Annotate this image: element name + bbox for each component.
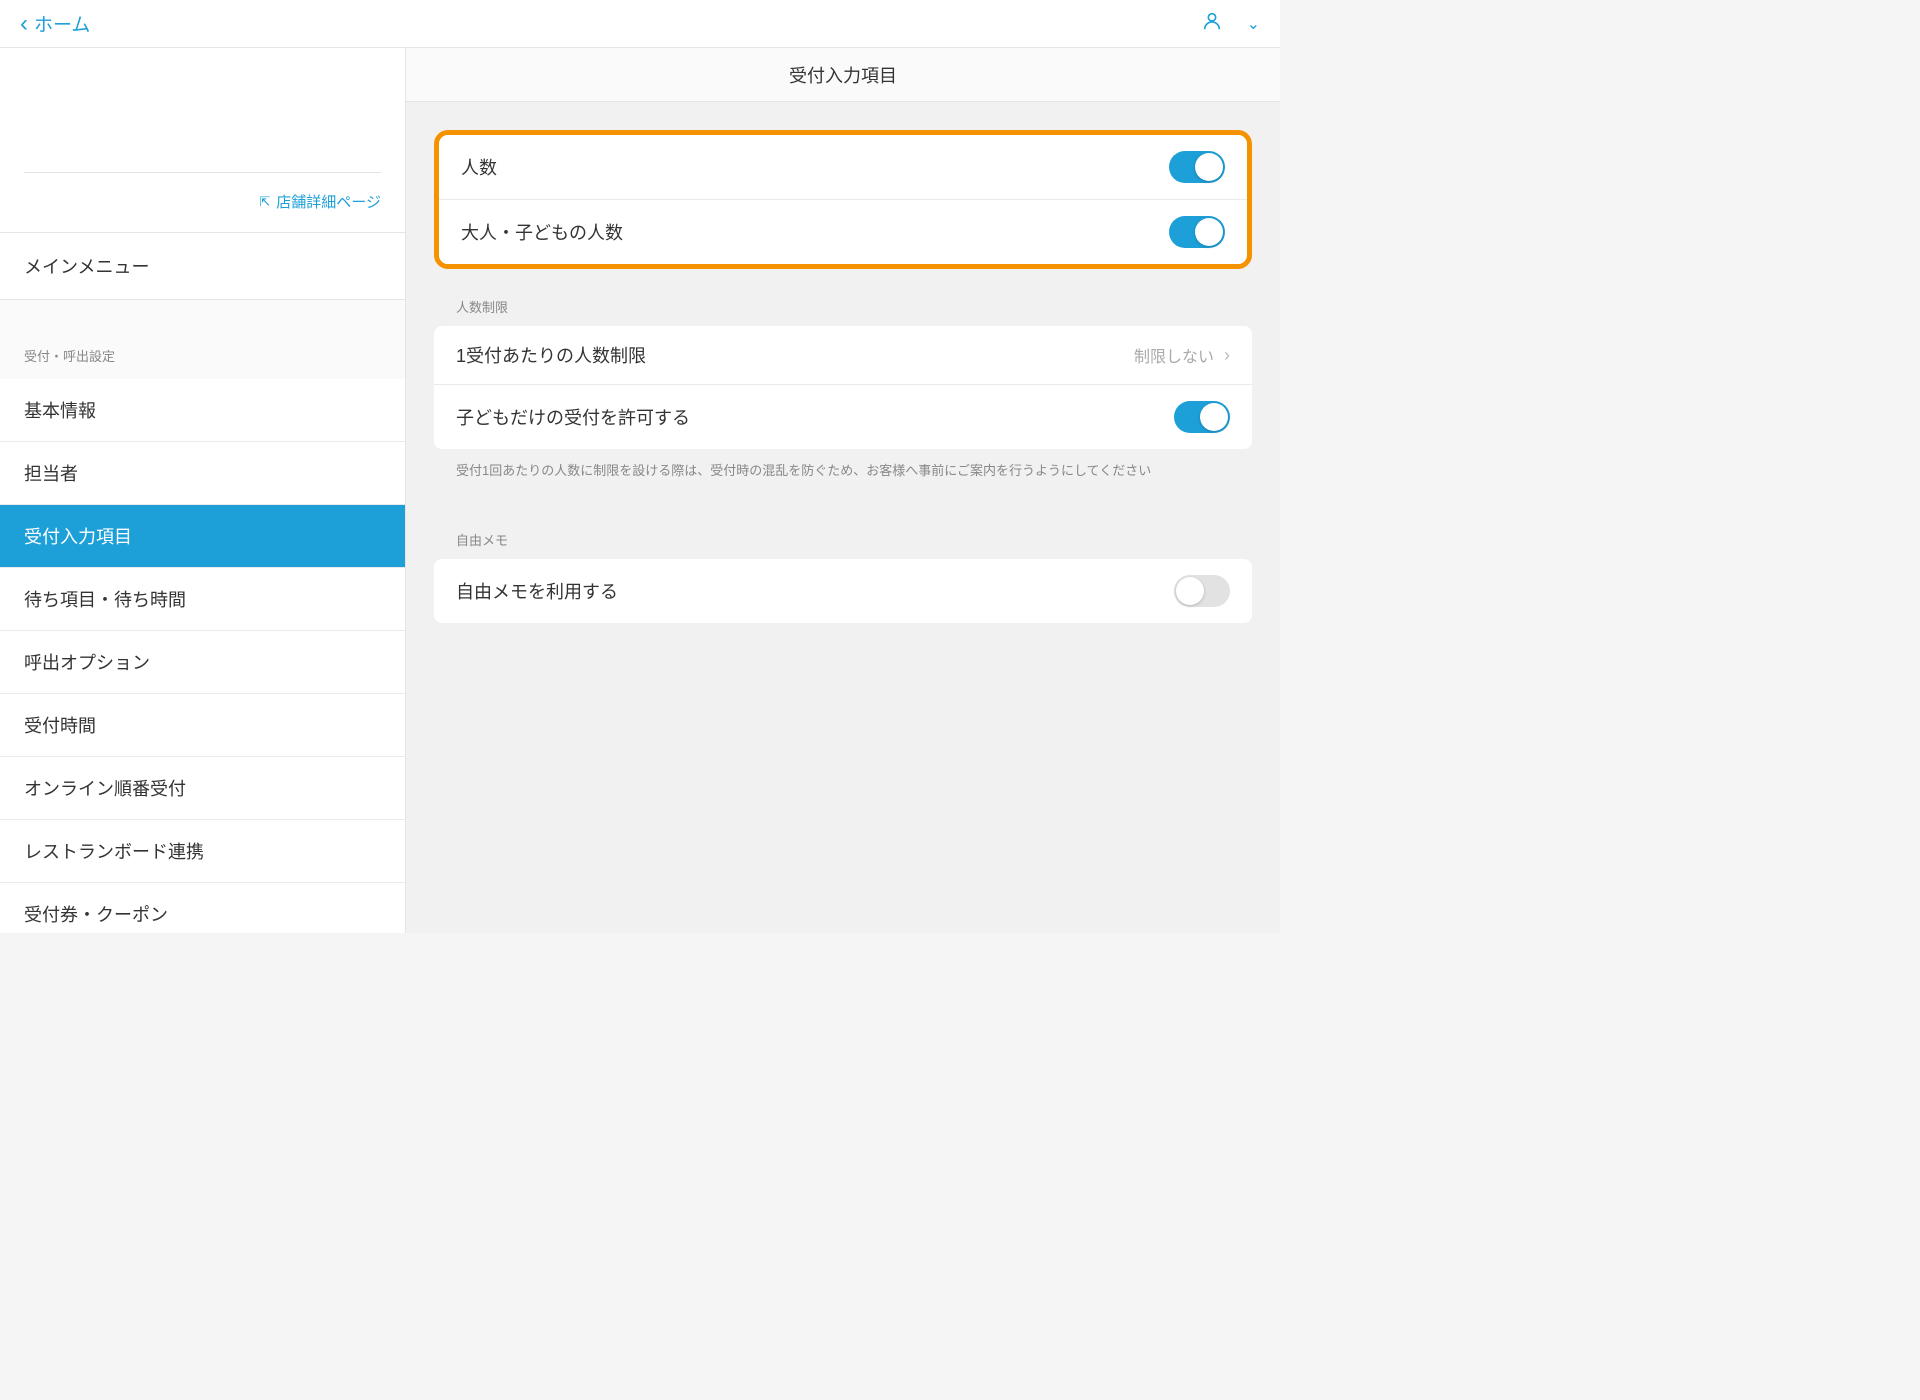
store-link-label: 店舗詳細ページ (276, 191, 381, 212)
row-label: 子どもだけの受付を許可する (456, 404, 690, 430)
content: 受付入力項目 人数 大人・子どもの人数 人数制限 1受付あたりの人数制限 制限し… (406, 48, 1280, 933)
row-label: 1受付あたりの人数制限 (456, 342, 646, 368)
toggle-people-count[interactable] (1169, 151, 1225, 183)
sidebar-item-reception-time[interactable]: 受付時間 (0, 694, 405, 757)
sidebar-item-wait[interactable]: 待ち項目・待ち時間 (0, 568, 405, 631)
chevron-down-icon[interactable]: ⌄ (1247, 14, 1260, 34)
group-label-limits: 人数制限 (434, 297, 1252, 326)
limits-help-text: 受付1回あたりの人数に制限を設ける際は、受付時の混乱を防ぐため、お客様へ事前にご… (434, 449, 1252, 482)
sidebar-top: ⇱ 店舗詳細ページ (0, 48, 405, 233)
sidebar-item-restaurant-board[interactable]: レストランボード連携 (0, 820, 405, 883)
row-label: 自由メモを利用する (456, 578, 618, 604)
limits-card: 1受付あたりの人数制限 制限しない › 子どもだけの受付を許可する (434, 326, 1252, 449)
row-free-memo: 自由メモを利用する (434, 559, 1252, 623)
sidebar-item-reception-fields[interactable]: 受付入力項目 (0, 505, 405, 568)
toggle-free-memo[interactable] (1174, 575, 1230, 607)
user-icon[interactable] (1201, 10, 1223, 37)
row-allow-children-only: 子どもだけの受付を許可する (434, 384, 1252, 449)
sidebar: ⇱ 店舗詳細ページ メインメニュー 受付・呼出設定 基本情報 担当者 受付入力項… (0, 48, 406, 933)
group-label-memo: 自由メモ (434, 530, 1252, 559)
main-menu-header[interactable]: メインメニュー (0, 233, 405, 300)
sidebar-item-call-options[interactable]: 呼出オプション (0, 631, 405, 694)
back-label: ホーム (34, 10, 90, 37)
sidebar-item-basic[interactable]: 基本情報 (0, 379, 405, 442)
row-per-reception-limit[interactable]: 1受付あたりの人数制限 制限しない › (434, 326, 1252, 384)
toggle-adult-child-count[interactable] (1169, 216, 1225, 248)
store-detail-link[interactable]: ⇱ 店舗詳細ページ (24, 191, 381, 232)
row-label: 人数 (461, 154, 497, 180)
row-adult-child-count: 大人・子どもの人数 (439, 199, 1247, 264)
memo-card: 自由メモを利用する (434, 559, 1252, 623)
header-right: ⌄ (1201, 10, 1260, 37)
row-people-count: 人数 (439, 135, 1247, 199)
toggle-allow-children-only[interactable] (1174, 401, 1230, 433)
chevron-left-icon: ‹ (20, 10, 28, 38)
row-label: 大人・子どもの人数 (461, 219, 623, 245)
chevron-right-icon: › (1224, 345, 1230, 366)
sidebar-item-staff[interactable]: 担当者 (0, 442, 405, 505)
highlight-group: 人数 大人・子どもの人数 (434, 130, 1252, 269)
back-button[interactable]: ‹ ホーム (20, 10, 90, 38)
content-title: 受付入力項目 (406, 48, 1280, 102)
sidebar-section-label: 受付・呼出設定 (0, 300, 405, 379)
external-link-icon: ⇱ (259, 194, 270, 210)
row-value: 制限しない (1134, 343, 1214, 367)
sidebar-item-ticket[interactable]: 受付券・クーポン (0, 883, 405, 933)
app-header: ‹ ホーム ⌄ (0, 0, 1280, 48)
sidebar-item-online[interactable]: オンライン順番受付 (0, 757, 405, 820)
